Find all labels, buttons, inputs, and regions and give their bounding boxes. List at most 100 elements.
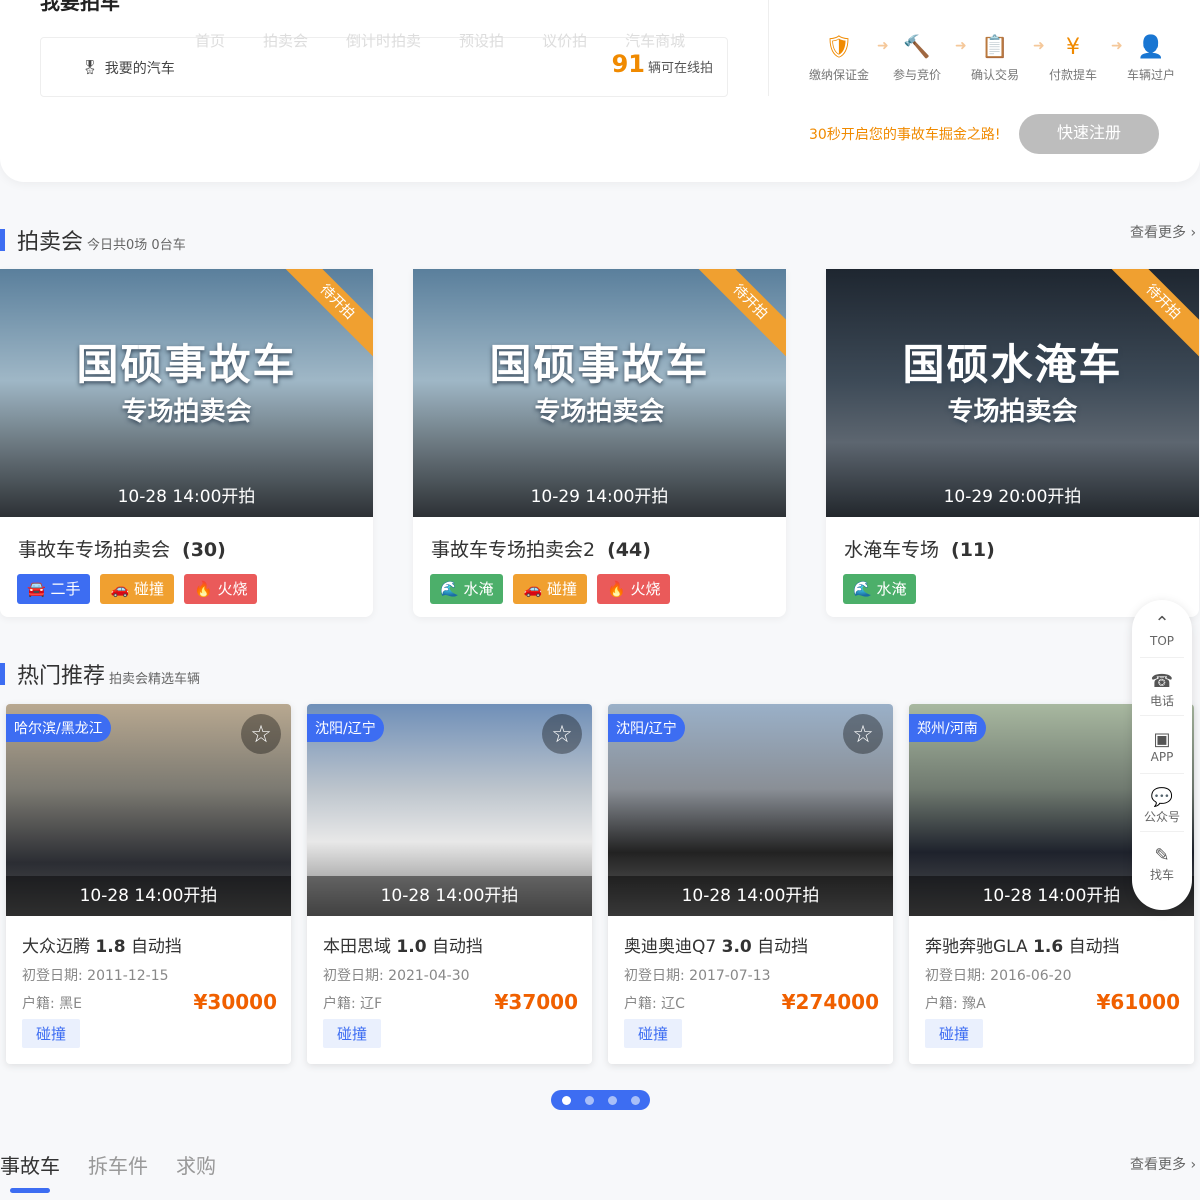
car-card[interactable]: 哈尔滨/黑龙江 ☆ 10-28 14:00开拍 大众迈腾 1.8 自动挡 初登日… xyxy=(6,704,291,1064)
nav-item[interactable]: 拍卖会 xyxy=(263,30,308,51)
car-price: ¥37000 xyxy=(494,990,579,1014)
process-step: 🔨 参与竞价 xyxy=(878,32,956,83)
process-step: 🛡 缴纳保证金 xyxy=(800,32,878,83)
promo-text: 30秒开启您的事故车掘金之路! xyxy=(809,127,1001,143)
register-date: 初登日期: 2017-07-13 xyxy=(624,968,771,984)
auction-banner-image: 国硕水淹车 专场拍卖会 10-29 20:00开拍 待开拍 xyxy=(826,269,1199,517)
nav-item[interactable]: 预设拍 xyxy=(459,30,504,51)
favorite-star-icon[interactable]: ☆ xyxy=(843,714,883,754)
register-date: 初登日期: 2011-12-15 xyxy=(22,968,169,984)
phone-icon: ☎ xyxy=(1150,671,1174,692)
nav-item[interactable]: 倒计时拍卖 xyxy=(346,30,421,51)
car-crash-icon: 🚗 xyxy=(110,580,130,598)
side-toolbar: ⌃ TOP ☎ 电话 ▣ APP 💬 公众号 ✎ 找车 xyxy=(1132,600,1192,910)
auction-more-link[interactable]: 查看更多 › xyxy=(1130,222,1196,242)
auction-start-time: 10-28 14:00开拍 xyxy=(6,876,291,916)
auction-section-title: 拍卖会 今日共0场 0台车 xyxy=(0,224,186,256)
register-date: 初登日期: 2021-04-30 xyxy=(323,968,470,984)
user-transfer-icon: 👤 xyxy=(1137,35,1165,60)
category-tag[interactable]: 🔥 火烧 xyxy=(596,574,671,604)
hot-section-title: 热门推荐 拍卖会精选车辆 xyxy=(0,658,200,690)
auction-name: 事故车专场拍卖会2 (44) xyxy=(431,539,651,561)
quick-register-button[interactable]: 快速注册 xyxy=(1019,114,1159,154)
damage-tag: 碰撞 xyxy=(925,1019,984,1048)
car-front-icon: 🚘 xyxy=(27,580,46,598)
nav-item[interactable]: 汽车商城 xyxy=(625,30,685,51)
category-tag[interactable]: 🚗 碰撞 xyxy=(100,574,174,604)
auction-banner-image: 国硕事故车 专场拍卖会 10-29 14:00开拍 待开拍 xyxy=(413,269,786,517)
car-card[interactable]: 沈阳/辽宁 ☆ 10-28 14:00开拍 本田思域 1.0 自动挡 初登日期:… xyxy=(307,704,592,1064)
process-steps: 🛡 缴纳保证金 ➜ 🔨 参与竞价 ➜ 📋 确认交易 ➜ ¥ 付款提车 ➜ 👤 车辆过户 xyxy=(800,32,1190,83)
pagination-dot[interactable] xyxy=(607,1095,617,1105)
category-tag[interactable]: 🚗 碰撞 xyxy=(513,574,587,604)
carousel-pagination xyxy=(551,1090,650,1110)
online-count: 91 辆可在线拍 xyxy=(611,50,713,78)
bottom-more-link[interactable]: 查看更多 › xyxy=(1130,1154,1196,1174)
nav-item[interactable]: 议价拍 xyxy=(542,30,587,51)
side-wechat-button[interactable]: 💬 公众号 xyxy=(1140,774,1184,832)
car-title: 大众迈腾 1.8 自动挡 xyxy=(22,937,182,957)
damage-tag: 碰撞 xyxy=(624,1019,683,1048)
side-edit-button[interactable]: ✎ 找车 xyxy=(1140,832,1184,890)
process-step: 📋 确认交易 xyxy=(956,32,1034,83)
location-badge: 沈阳/辽宁 xyxy=(307,714,384,742)
tab-wanted[interactable]: 求购 xyxy=(176,1150,216,1179)
brand-logo[interactable]: 我要拍车 xyxy=(40,0,120,15)
location-badge: 沈阳/辽宁 xyxy=(608,714,685,742)
side-phone-button[interactable]: ☎ 电话 xyxy=(1140,658,1184,716)
auction-banner-image: 国硕事故车 专场拍卖会 10-28 14:00开拍 待开拍 xyxy=(0,269,373,517)
gavel-icon: 🔨 xyxy=(903,35,931,60)
damage-tag: 碰撞 xyxy=(323,1019,382,1048)
car-fire-icon: 🔥 xyxy=(606,580,626,598)
favorite-star-icon[interactable]: ☆ xyxy=(542,714,582,754)
tab-parts[interactable]: 拆车件 xyxy=(88,1150,148,1179)
pagination-dot[interactable] xyxy=(630,1095,640,1105)
auction-name: 事故车专场拍卖会 (30) xyxy=(18,539,226,561)
award-icon: 🎖 xyxy=(81,60,99,76)
location-badge: 哈尔滨/黑龙江 xyxy=(6,714,111,742)
divider xyxy=(768,0,769,96)
category-tag[interactable]: 🔥 火烧 xyxy=(183,574,258,604)
clipboard-check-icon: 📋 xyxy=(981,35,1009,60)
car-yen-icon: ¥ xyxy=(1066,35,1080,60)
auction-start-time: 10-28 14:00开拍 xyxy=(117,487,256,507)
damage-tag: 碰撞 xyxy=(22,1019,81,1048)
category-tag[interactable]: 🚘 二手 xyxy=(17,574,91,604)
auction-card[interactable]: 国硕事故车 专场拍卖会 10-28 14:00开拍 待开拍 事故车专场拍卖会 (3… xyxy=(0,269,373,617)
shield-yen-icon: 🛡 xyxy=(825,35,853,60)
wechat-icon: 💬 xyxy=(1150,787,1174,808)
location-badge: 郑州/河南 xyxy=(909,714,986,742)
auction-start-time: 10-28 14:00开拍 xyxy=(608,876,893,916)
car-price: ¥30000 xyxy=(193,990,278,1014)
nav-item[interactable]: 首页 xyxy=(195,30,225,51)
car-flood-icon: 🌊 xyxy=(440,580,459,598)
car-price: ¥274000 xyxy=(781,990,879,1014)
my-car-label: 我要的汽车 xyxy=(104,61,175,77)
car-photo: 沈阳/辽宁 ☆ 10-28 14:00开拍 xyxy=(608,704,893,916)
category-tag[interactable]: 🌊 水淹 xyxy=(430,574,504,604)
car-crash-icon: 🚗 xyxy=(523,580,543,598)
auction-card[interactable]: 国硕事故车 专场拍卖会 10-29 14:00开拍 待开拍 事故车专场拍卖会2(… xyxy=(413,269,786,617)
category-tag[interactable]: 🌊 水淹 xyxy=(843,574,917,604)
auction-start-time: 10-28 14:00开拍 xyxy=(307,876,592,916)
car-photo: 沈阳/辽宁 ☆ 10-28 14:00开拍 xyxy=(307,704,592,916)
car-title: 奔驰奔驰GLA 1.6 自动挡 xyxy=(925,937,1120,957)
edit-icon: ✎ xyxy=(1154,845,1170,866)
bottom-tabs: 事故车 拆车件 求购 xyxy=(0,1150,216,1193)
pagination-dot[interactable] xyxy=(561,1095,571,1105)
top-nav: 首页 拍卖会 倒计时拍卖 预设拍 议价拍 汽车商城 xyxy=(195,30,685,51)
auction-card[interactable]: 国硕水淹车 专场拍卖会 10-29 20:00开拍 待开拍 水淹车专场 (11) … xyxy=(826,269,1199,617)
app-icon: ▣ xyxy=(1153,729,1171,750)
car-price: ¥61000 xyxy=(1096,990,1181,1014)
pagination-dot[interactable] xyxy=(584,1095,594,1105)
favorite-star-icon[interactable]: ☆ xyxy=(241,714,281,754)
side-arrow-top-button[interactable]: ⌃ TOP xyxy=(1140,600,1184,658)
auction-name: 水淹车专场 (11) xyxy=(844,539,995,561)
process-step: 👤 车辆过户 xyxy=(1112,32,1190,83)
car-card[interactable]: 沈阳/辽宁 ☆ 10-28 14:00开拍 奥迪奥迪Q7 3.0 自动挡 初登日… xyxy=(608,704,893,1064)
car-fire-icon: 🔥 xyxy=(193,580,213,598)
side-app-button[interactable]: ▣ APP xyxy=(1140,716,1184,774)
auction-start-time: 10-29 20:00开拍 xyxy=(943,487,1082,507)
tab-accident-car[interactable]: 事故车 xyxy=(0,1150,60,1193)
arrow-top-icon: ⌃ xyxy=(1154,613,1170,634)
